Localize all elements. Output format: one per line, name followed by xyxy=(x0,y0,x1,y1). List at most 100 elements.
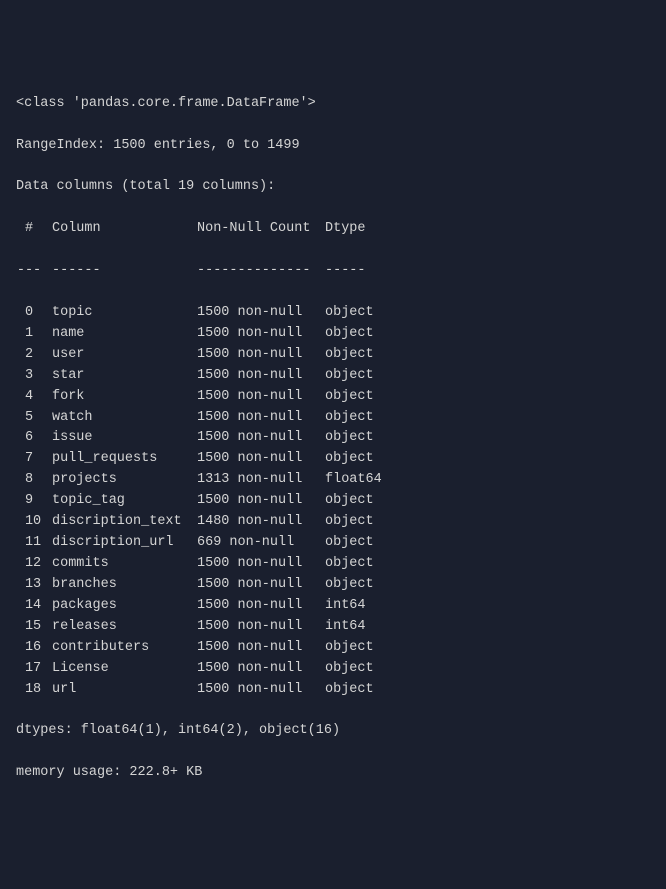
row-column-name: star xyxy=(52,366,197,387)
table-row: 8 projects1313 non-nullfloat64 xyxy=(16,470,650,491)
row-dtype: object xyxy=(325,554,650,575)
row-idx: 7 xyxy=(16,449,52,470)
divider-column: ------ xyxy=(52,261,197,282)
table-divider-row: --- ------ -------------- ----- xyxy=(16,261,650,282)
table-row: 7 pull_requests1500 non-nullobject xyxy=(16,449,650,470)
table-row: 18url1500 non-nullobject xyxy=(16,680,650,701)
row-dtype: object xyxy=(325,575,650,596)
row-nonnull-count: 1500 non-null xyxy=(197,387,325,408)
table-row: 3 star1500 non-nullobject xyxy=(16,366,650,387)
range-index-line: RangeIndex: 1500 entries, 0 to 1499 xyxy=(16,136,650,157)
row-column-name: url xyxy=(52,680,197,701)
header-column: Column xyxy=(52,219,197,240)
row-column-name: user xyxy=(52,345,197,366)
dataframe-class-line: <class 'pandas.core.frame.DataFrame'> xyxy=(16,94,650,115)
row-nonnull-count: 669 non-null xyxy=(197,533,325,554)
header-idx: # xyxy=(16,219,52,240)
table-row: 12commits1500 non-nullobject xyxy=(16,554,650,575)
row-nonnull-count: 1500 non-null xyxy=(197,659,325,680)
row-dtype: object xyxy=(325,680,650,701)
table-row: 16contributers1500 non-nullobject xyxy=(16,638,650,659)
table-row: 11discription_url669 non-nullobject xyxy=(16,533,650,554)
row-idx: 4 xyxy=(16,387,52,408)
table-row: 6 issue1500 non-nullobject xyxy=(16,428,650,449)
dtypes-summary-line: dtypes: float64(1), int64(2), object(16) xyxy=(16,721,650,742)
row-idx: 11 xyxy=(16,533,52,554)
row-nonnull-count: 1480 non-null xyxy=(197,512,325,533)
row-idx: 13 xyxy=(16,575,52,596)
divider-count: -------------- xyxy=(197,261,325,282)
row-dtype: object xyxy=(325,387,650,408)
row-dtype: object xyxy=(325,533,650,554)
row-column-name: name xyxy=(52,324,197,345)
row-column-name: fork xyxy=(52,387,197,408)
row-idx: 0 xyxy=(16,303,52,324)
row-nonnull-count: 1500 non-null xyxy=(197,554,325,575)
row-nonnull-count: 1500 non-null xyxy=(197,617,325,638)
table-row: 17License1500 non-nullobject xyxy=(16,659,650,680)
row-idx: 16 xyxy=(16,638,52,659)
row-column-name: projects xyxy=(52,470,197,491)
memory-usage-line: memory usage: 222.8+ KB xyxy=(16,763,650,784)
row-dtype: object xyxy=(325,638,650,659)
row-nonnull-count: 1500 non-null xyxy=(197,575,325,596)
row-nonnull-count: 1500 non-null xyxy=(197,596,325,617)
table-row: 15releases1500 non-nullint64 xyxy=(16,617,650,638)
row-dtype: float64 xyxy=(325,470,650,491)
row-idx: 17 xyxy=(16,659,52,680)
table-row: 2 user1500 non-nullobject xyxy=(16,345,650,366)
row-dtype: object xyxy=(325,324,650,345)
row-nonnull-count: 1500 non-null xyxy=(197,324,325,345)
row-idx: 8 xyxy=(16,470,52,491)
row-column-name: contributers xyxy=(52,638,197,659)
row-nonnull-count: 1500 non-null xyxy=(197,491,325,512)
row-idx: 9 xyxy=(16,491,52,512)
row-dtype: object xyxy=(325,366,650,387)
row-nonnull-count: 1500 non-null xyxy=(197,449,325,470)
row-dtype: int64 xyxy=(325,596,650,617)
row-column-name: packages xyxy=(52,596,197,617)
table-header-row: # Column Non-Null Count Dtype xyxy=(16,219,650,240)
row-column-name: topic xyxy=(52,303,197,324)
table-row: 4 fork1500 non-nullobject xyxy=(16,387,650,408)
table-row: 10discription_text1480 non-nullobject xyxy=(16,512,650,533)
row-nonnull-count: 1500 non-null xyxy=(197,408,325,429)
row-dtype: object xyxy=(325,428,650,449)
row-idx: 1 xyxy=(16,324,52,345)
row-idx: 14 xyxy=(16,596,52,617)
row-nonnull-count: 1500 non-null xyxy=(197,345,325,366)
table-rows-container: 0 topic1500 non-nullobject 1 name1500 no… xyxy=(16,303,650,701)
row-column-name: commits xyxy=(52,554,197,575)
data-columns-line: Data columns (total 19 columns): xyxy=(16,177,650,198)
row-nonnull-count: 1313 non-null xyxy=(197,470,325,491)
row-nonnull-count: 1500 non-null xyxy=(197,303,325,324)
table-row: 14packages1500 non-nullint64 xyxy=(16,596,650,617)
divider-idx: --- xyxy=(16,261,52,282)
row-idx: 5 xyxy=(16,408,52,429)
table-row: 1 name1500 non-nullobject xyxy=(16,324,650,345)
row-idx: 12 xyxy=(16,554,52,575)
row-dtype: object xyxy=(325,491,650,512)
row-idx: 10 xyxy=(16,512,52,533)
row-column-name: issue xyxy=(52,428,197,449)
row-column-name: License xyxy=(52,659,197,680)
row-dtype: object xyxy=(325,512,650,533)
table-row: 5 watch1500 non-nullobject xyxy=(16,408,650,429)
divider-dtype: ----- xyxy=(325,261,650,282)
row-nonnull-count: 1500 non-null xyxy=(197,366,325,387)
row-nonnull-count: 1500 non-null xyxy=(197,428,325,449)
row-nonnull-count: 1500 non-null xyxy=(197,638,325,659)
row-dtype: object xyxy=(325,659,650,680)
row-column-name: watch xyxy=(52,408,197,429)
row-idx: 15 xyxy=(16,617,52,638)
row-column-name: releases xyxy=(52,617,197,638)
row-dtype: int64 xyxy=(325,617,650,638)
row-idx: 6 xyxy=(16,428,52,449)
table-row: 0 topic1500 non-nullobject xyxy=(16,303,650,324)
row-dtype: object xyxy=(325,408,650,429)
table-row: 9 topic_tag1500 non-nullobject xyxy=(16,491,650,512)
row-dtype: object xyxy=(325,345,650,366)
row-nonnull-count: 1500 non-null xyxy=(197,680,325,701)
header-count: Non-Null Count xyxy=(197,219,325,240)
row-dtype: object xyxy=(325,303,650,324)
